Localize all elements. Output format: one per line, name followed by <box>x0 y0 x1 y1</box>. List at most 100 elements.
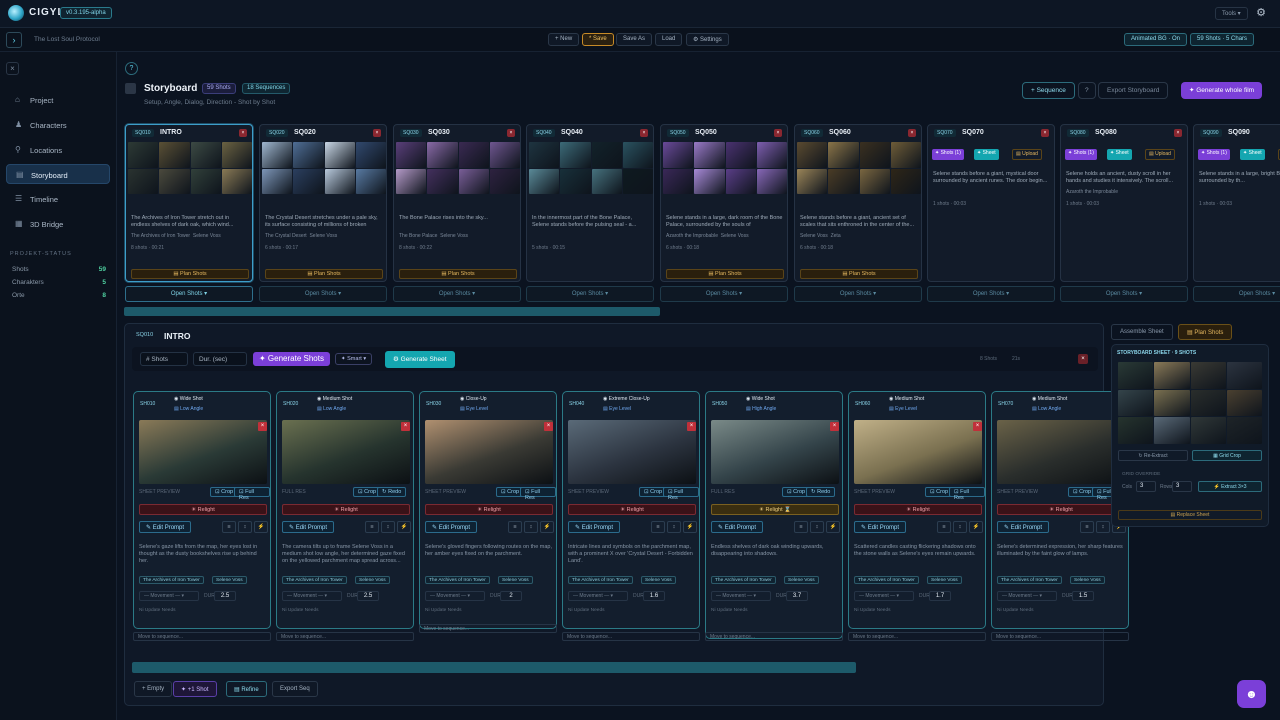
sheet-cell[interactable] <box>1226 362 1262 389</box>
smart-mode-select[interactable]: ✦ Smart ▾ <box>335 353 373 365</box>
full-res-button[interactable]: ⊡ Full Res <box>663 487 699 501</box>
duration-input[interactable]: 1.7 <box>929 591 951 601</box>
open-shots-button[interactable]: Open Shots ▾ <box>526 286 654 302</box>
plan-shots-tab[interactable]: ▤ Plan Shots <box>1178 324 1233 340</box>
plan-shots-button[interactable]: ▤ Plan Shots <box>800 269 918 279</box>
export-sequence-button[interactable]: Export Seq <box>272 681 318 697</box>
move-to-sequence-select[interactable]: Move to sequence... <box>562 632 700 641</box>
sheet-cell[interactable] <box>1226 389 1262 417</box>
relight-button[interactable]: ☀ Relight <box>425 504 553 515</box>
move-icon[interactable]: ↕ <box>238 521 252 533</box>
duration-input[interactable]: 1.5 <box>1072 591 1094 601</box>
settings-button[interactable]: ⚙ Settings <box>686 33 729 46</box>
upload-mini-button[interactable]: ▤ Upload <box>1012 149 1042 160</box>
sidebar-item-characters[interactable]: ♟ Characters <box>6 115 110 135</box>
export-storyboard-button[interactable]: Export Storyboard <box>1098 82 1169 99</box>
sheet-cell[interactable] <box>1154 389 1190 417</box>
remove-image-icon[interactable]: × <box>544 422 553 431</box>
edit-prompt-button[interactable]: ✎ Edit Prompt <box>282 521 335 533</box>
remove-image-icon[interactable]: × <box>973 422 982 431</box>
move-to-sequence-select[interactable]: Move to sequence... <box>848 632 986 641</box>
movement-select[interactable]: — Movement — ▾ <box>568 591 628 601</box>
shot-card[interactable]: SH010 ◉ Wide Shot ▤ Low Angle × SHEET PREVIE… <box>133 391 271 629</box>
duration-input[interactable]: 2 <box>500 591 522 601</box>
cols-input[interactable]: 3 <box>1136 481 1156 492</box>
sheet-cell[interactable] <box>1190 389 1226 417</box>
generate-sheet-mini-button[interactable]: ✦ Sheet <box>1240 149 1265 160</box>
add-sequence-button[interactable]: + Sequence <box>1022 82 1075 99</box>
generate-shots-mini-button[interactable]: ✦ Shots (1) <box>1065 149 1097 160</box>
list-icon[interactable]: ≡ <box>651 521 665 533</box>
sheet-cell[interactable] <box>1154 362 1190 389</box>
sidebar-item-storyboard[interactable]: ▤ Storyboard <box>6 164 110 184</box>
generate-sheet-mini-button[interactable]: ✦ Sheet <box>1107 149 1132 160</box>
sheet-cell[interactable] <box>1118 417 1154 444</box>
move-icon[interactable]: ↕ <box>953 521 967 533</box>
duration-input[interactable]: 2.5 <box>214 591 236 601</box>
move-to-sequence-select[interactable]: Move to sequence... <box>991 632 1129 641</box>
sheet-cell[interactable] <box>1226 417 1262 444</box>
shot-card[interactable]: SH050 ◉ Wide Shot ▤ High Angle × FULL RES ⊡ C… <box>705 391 843 639</box>
list-icon[interactable]: ≡ <box>937 521 951 533</box>
generate-sheet-button[interactable]: ⚙ Generate Sheet <box>385 351 455 368</box>
delete-icon[interactable]: × <box>373 129 381 137</box>
movement-select[interactable]: — Movement — ▾ <box>425 591 485 601</box>
bolt-icon[interactable]: ⚡ <box>540 521 554 533</box>
move-icon[interactable]: ↕ <box>1096 521 1110 533</box>
move-icon[interactable]: ↕ <box>667 521 681 533</box>
edit-prompt-button[interactable]: ✎ Edit Prompt <box>854 521 907 533</box>
delete-icon[interactable]: × <box>774 129 782 137</box>
full-res-button[interactable]: ↻ Redo <box>377 487 407 497</box>
shots-scrollbar[interactable] <box>132 662 856 673</box>
sheet-cell[interactable] <box>1118 362 1154 389</box>
bolt-icon[interactable]: ⚡ <box>683 521 697 533</box>
movement-select[interactable]: — Movement — ▾ <box>282 591 342 601</box>
duration-input[interactable]: Dur. (sec) <box>193 352 247 366</box>
rows-input[interactable]: 3 <box>1172 481 1192 492</box>
move-to-sequence-select[interactable]: Move to sequence... <box>276 632 414 641</box>
sheet-cell[interactable] <box>1190 362 1226 389</box>
bolt-icon[interactable]: ⚡ <box>254 521 268 533</box>
sequence-card[interactable]: SQ040 SQ040 × In the innermost part of the … <box>526 124 654 282</box>
duration-input[interactable]: 2.5 <box>357 591 379 601</box>
open-shots-button[interactable]: Open Shots ▾ <box>1060 286 1188 302</box>
animated-bg-toggle[interactable]: Animated BG · On <box>1124 33 1188 46</box>
sidebar-item-3d-bridge[interactable]: ▦ 3D Bridge <box>6 214 110 234</box>
sheet-cell[interactable] <box>1154 417 1190 444</box>
delete-icon[interactable]: × <box>1041 129 1049 137</box>
list-icon[interactable]: ≡ <box>1080 521 1094 533</box>
open-shots-button[interactable]: Open Shots ▾ <box>393 286 521 302</box>
sequence-card[interactable]: SQ060 SQ060 × Selene stands before a giant,… <box>794 124 922 282</box>
generate-shots-mini-button[interactable]: ✦ Shots (1) <box>1198 149 1230 160</box>
shot-image[interactable] <box>997 420 1125 484</box>
remove-image-icon[interactable]: × <box>401 422 410 431</box>
close-panel-icon[interactable]: × <box>1078 354 1088 364</box>
re-extract-button[interactable]: ↻ Re-Extract <box>1118 450 1188 461</box>
move-icon[interactable]: ↕ <box>524 521 538 533</box>
relight-button[interactable]: ☀ Relight <box>997 504 1125 515</box>
shot-image[interactable] <box>282 420 410 484</box>
relight-button[interactable]: ☀ Relight ⌛ <box>711 504 839 515</box>
sequence-card[interactable]: SQ030 SQ030 × The Bone Palace rises into th… <box>393 124 521 282</box>
delete-icon[interactable]: × <box>507 129 515 137</box>
remove-image-icon[interactable]: × <box>687 422 696 431</box>
move-icon[interactable]: ↕ <box>381 521 395 533</box>
movement-select[interactable]: — Movement — ▾ <box>139 591 199 601</box>
movement-select[interactable]: — Movement — ▾ <box>854 591 914 601</box>
sequence-card[interactable]: SQ020 SQ020 × The Crystal Desert stretches … <box>259 124 387 282</box>
delete-icon[interactable]: × <box>1174 129 1182 137</box>
load-button[interactable]: Load <box>655 33 683 46</box>
help-icon[interactable]: ? <box>125 62 138 75</box>
shot-image[interactable] <box>568 420 696 484</box>
generate-shots-button[interactable]: ✦ Generate Shots <box>253 352 330 366</box>
move-to-sequence-select[interactable]: Move to sequence... <box>705 632 843 641</box>
relight-button[interactable]: ☀ Relight <box>568 504 696 515</box>
plan-shots-button[interactable]: ▤ Plan Shots <box>131 269 249 279</box>
close-icon[interactable]: × <box>6 62 19 75</box>
delete-icon[interactable]: × <box>640 129 648 137</box>
remove-image-icon[interactable]: × <box>830 422 839 431</box>
new-button[interactable]: + New <box>548 33 580 46</box>
list-icon[interactable]: ≡ <box>508 521 522 533</box>
sheet-cell[interactable] <box>1118 389 1154 417</box>
shots-input[interactable]: # Shots <box>140 352 188 366</box>
